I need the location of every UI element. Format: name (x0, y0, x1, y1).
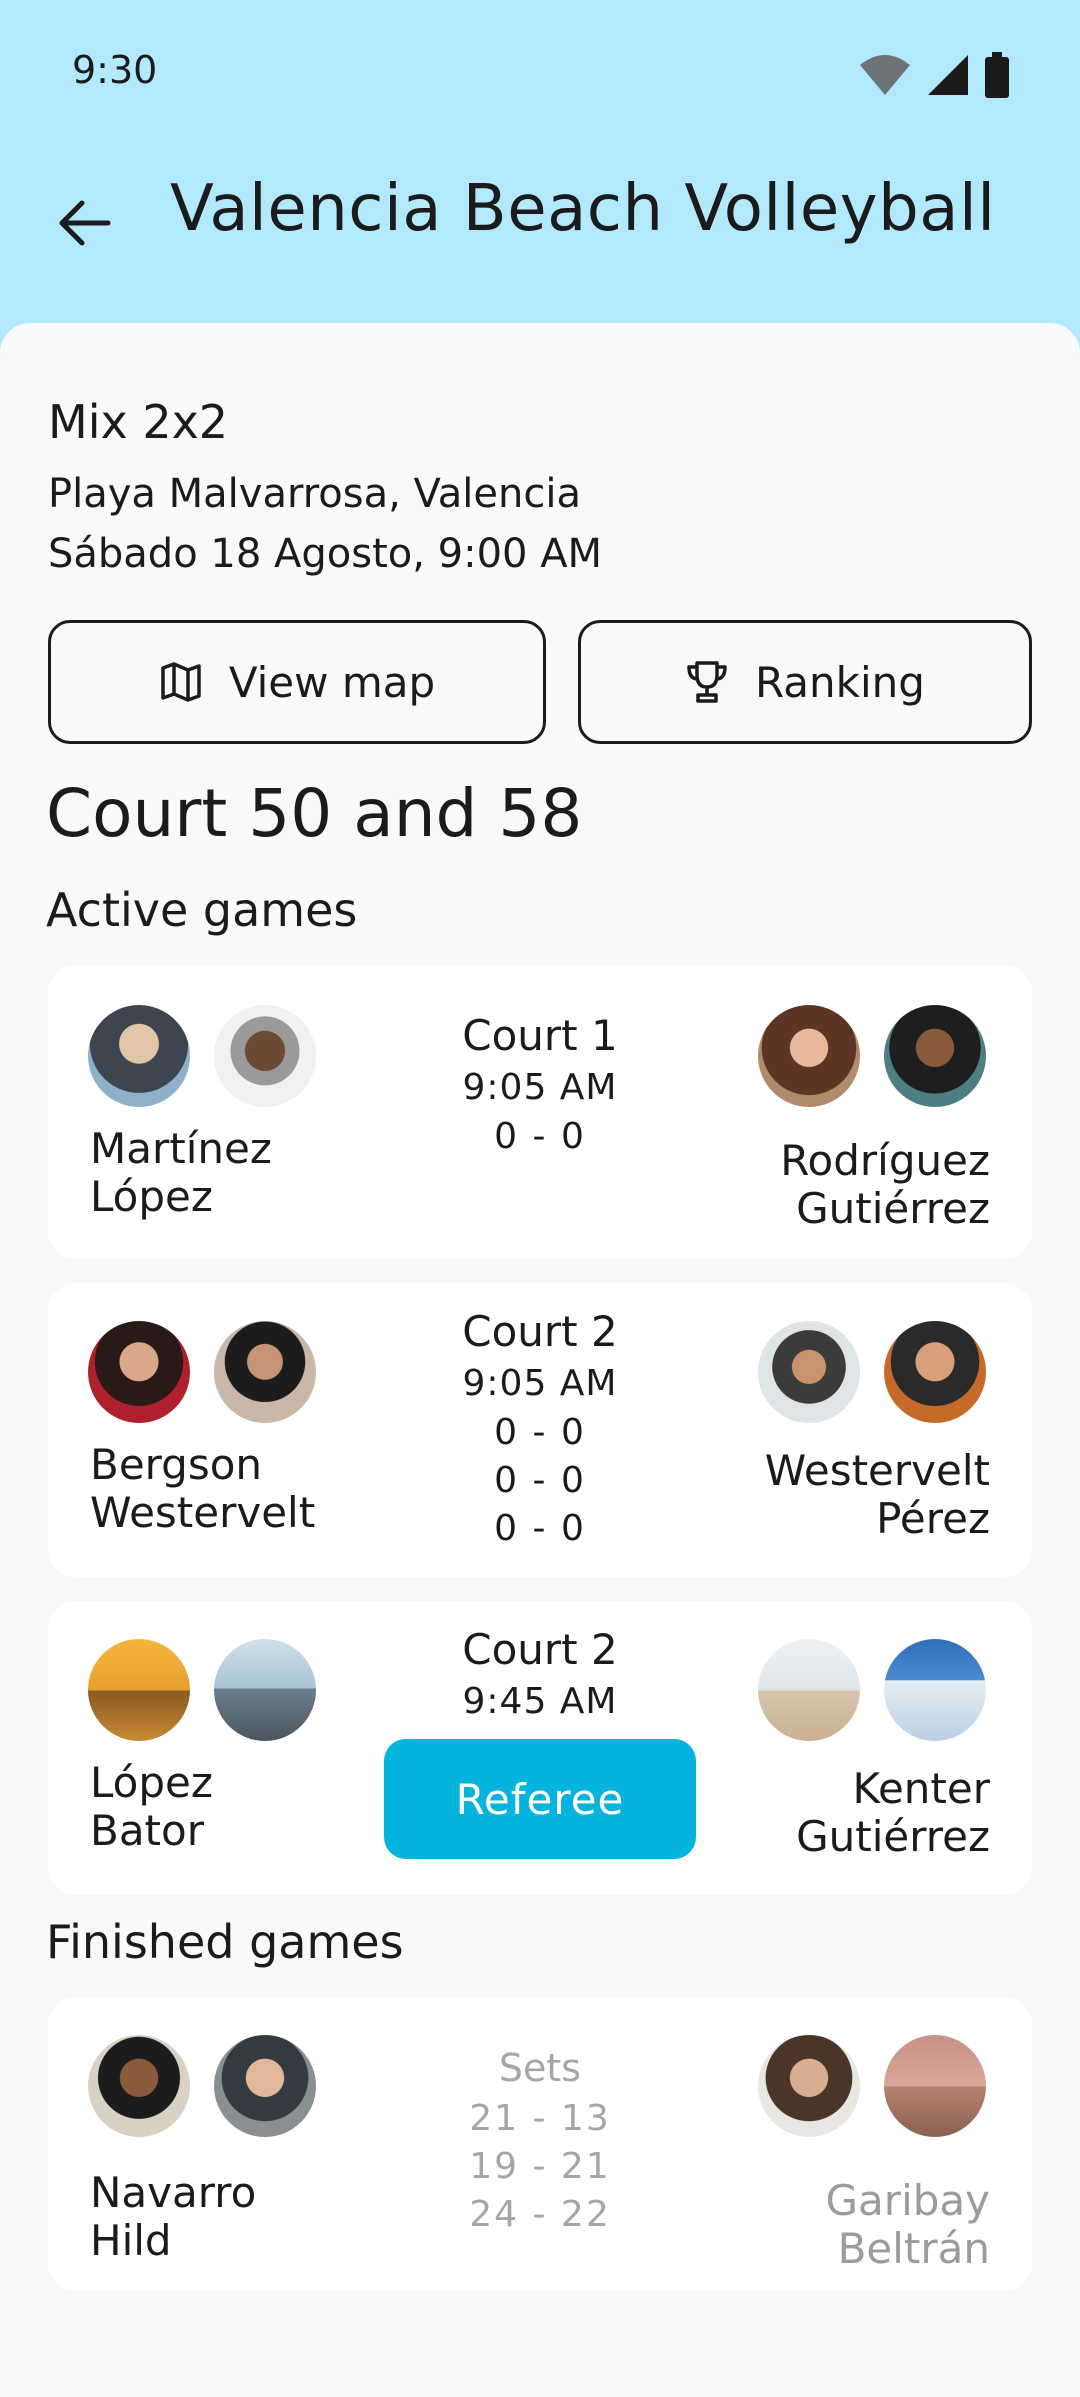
battery-icon (985, 52, 1009, 98)
team-right-name: Garibay Beltrán (825, 2176, 990, 2273)
ranking-label: Ranking (755, 657, 925, 707)
active-games-title: Active games (46, 883, 358, 937)
court-heading: Court 50 and 58 (46, 775, 583, 852)
status-icons (858, 52, 1010, 98)
game-card[interactable]: Bergson Westervelt Court 2 9:05 AM 0 - 0 … (48, 1283, 1032, 1577)
player-avatar (758, 1639, 860, 1741)
trophy-icon (687, 661, 727, 703)
wifi-icon (860, 55, 910, 95)
back-button[interactable] (50, 188, 120, 258)
player-avatar (88, 2035, 190, 2137)
view-map-button[interactable]: View map (48, 620, 546, 744)
court-label: Court 2 (462, 1625, 618, 1674)
player-avatar (884, 1005, 986, 1107)
app-bar: Valencia Beach Volleyball (0, 150, 1080, 320)
ranking-button[interactable]: Ranking (578, 620, 1032, 744)
player-avatar (758, 1321, 860, 1423)
team-right-name: Rodríguez Gutiérrez (780, 1136, 990, 1233)
game-info: Court 2 9:05 AM 0 - 0 0 - 0 0 - 0 (370, 1305, 710, 1553)
team-left-name: Martínez López (90, 1124, 272, 1221)
player-avatar (758, 2035, 860, 2137)
set-score: 0 - 0 (494, 1116, 586, 1157)
game-info: Court 1 9:05 AM 0 - 0 (370, 1009, 710, 1161)
finished-games-title: Finished games (46, 1915, 404, 1969)
court-label: Court 1 (462, 1011, 618, 1060)
game-time: 9:45 AM (462, 1681, 618, 1722)
player-avatar (884, 2035, 986, 2137)
player-avatar (758, 1005, 860, 1107)
event-name: Mix 2x2 (48, 395, 229, 449)
signal-icon (928, 55, 968, 95)
player-avatar (884, 1321, 986, 1423)
content-sheet: Mix 2x2 Playa Malvarrosa, Valencia Sábad… (0, 323, 1080, 2397)
set-score: 0 - 0 (494, 1412, 586, 1453)
event-place: Playa Malvarrosa, Valencia (48, 471, 581, 517)
player-avatar (88, 1005, 190, 1107)
set-score: 0 - 0 (494, 1460, 586, 1501)
status-time: 9:30 (72, 48, 158, 92)
status-bar: 9:30 (0, 0, 1080, 150)
player-avatar (214, 2035, 316, 2137)
set-score: 19 - 21 (469, 2146, 611, 2187)
sets-label: Sets (498, 2046, 582, 2090)
map-icon (161, 662, 201, 702)
referee-button[interactable]: Referee (384, 1739, 696, 1859)
game-time: 9:05 AM (462, 1067, 618, 1108)
team-left-name: Bergson Westervelt (90, 1440, 316, 1537)
game-card[interactable]: Martínez López Court 1 9:05 AM 0 - 0 Rodr… (48, 965, 1032, 1259)
team-left-name: López Bator (90, 1758, 213, 1855)
player-avatar (214, 1005, 316, 1107)
game-time: 9:05 AM (462, 1363, 618, 1404)
sets-info: Sets 21 - 13 19 - 21 24 - 22 (370, 2041, 710, 2239)
set-score: 24 - 22 (469, 2194, 611, 2235)
set-score: 21 - 13 (469, 2098, 611, 2139)
arrow-left-icon (59, 200, 111, 246)
view-map-label: View map (228, 657, 436, 707)
court-label: Court 2 (462, 1307, 618, 1356)
team-left-name: Navarro Hild (90, 2168, 257, 2265)
finished-game-card[interactable]: Navarro Hild Sets 21 - 13 19 - 21 24 - 22… (48, 1997, 1032, 2291)
page-title: Valencia Beach Volleyball (170, 172, 996, 246)
team-right-name: Westervelt Pérez (764, 1446, 990, 1543)
event-date: Sábado 18 Agosto, 9:00 AM (48, 531, 603, 577)
player-avatar (884, 1639, 986, 1741)
player-avatar (214, 1639, 316, 1741)
team-right-name: Kenter Gutiérrez (796, 1764, 990, 1861)
player-avatar (88, 1639, 190, 1741)
set-score: 0 - 0 (494, 1508, 586, 1549)
player-avatar (214, 1321, 316, 1423)
game-info: Court 2 9:45 AM (370, 1623, 710, 1727)
player-avatar (88, 1321, 190, 1423)
game-card[interactable]: López Bator Court 2 9:45 AM Referee Kente… (48, 1601, 1032, 1895)
